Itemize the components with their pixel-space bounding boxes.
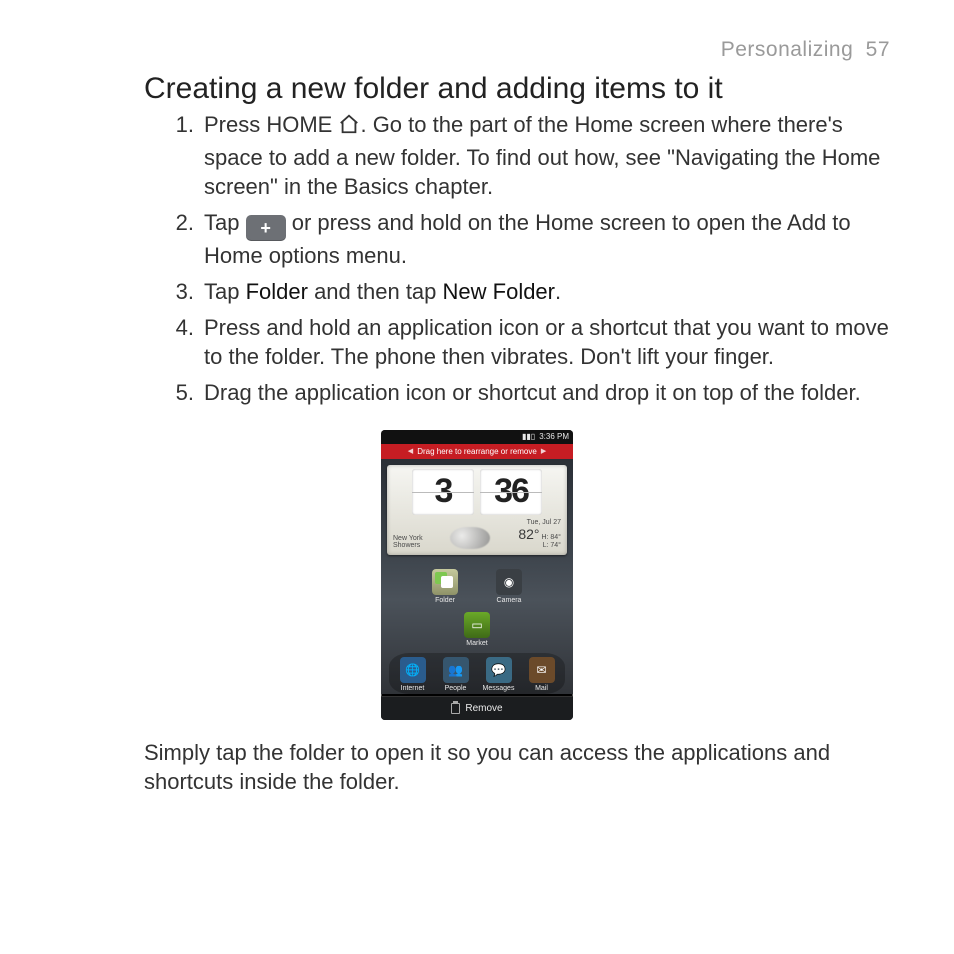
clock-widget: 3 36 New York Showers Tue, Jul 27 82° H:… [387, 465, 567, 555]
weather-city: New York [393, 535, 423, 542]
weather-date: Tue, Jul 27 [518, 519, 561, 526]
step-list: 1. Press HOME . Go to the part of the Ho… [174, 110, 890, 408]
step-body: Tap Folder and then tap New Folder. [204, 277, 890, 307]
camera-icon: ◉ [496, 569, 522, 595]
step-text: or press and hold on the Home screen to … [204, 210, 851, 268]
dock-row: 🌐 Internet 👥 People 💬 Messages ✉ Mail [389, 653, 565, 694]
drag-hint-bar: ◀ Drag here to rearrange or remove ▶ [381, 444, 573, 459]
app-label: Camera [490, 597, 528, 604]
step-number: 3. [174, 277, 204, 307]
app-camera: ◉ Camera [490, 569, 528, 604]
step-body: Press and hold an application icon or a … [204, 313, 890, 372]
mail-icon: ✉ [529, 657, 555, 683]
step-body: Drag the application icon or shortcut an… [204, 378, 890, 408]
weather-lo: L: 74° [518, 542, 561, 549]
step-number: 4. [174, 313, 204, 372]
remove-bar: Remove [381, 696, 573, 720]
step-number: 1. [174, 110, 204, 202]
weather-left: New York Showers [393, 535, 423, 549]
page-header: Personalizing 57 [721, 38, 890, 62]
signal-icon: ▮▮▯ [522, 432, 535, 441]
step-5: 5. Drag the application icon or shortcut… [174, 378, 890, 408]
phone-home: 3 36 New York Showers Tue, Jul 27 82° H:… [381, 459, 573, 694]
market-icon: ▭ [464, 612, 490, 638]
phone-statusbar: ▮▮▯ 3:36 PM [381, 430, 573, 444]
weather-right: Tue, Jul 27 82° H: 84° L: 74° [518, 519, 561, 549]
section-title: Creating a new folder and adding items t… [144, 72, 890, 106]
step-1: 1. Press HOME . Go to the part of the Ho… [174, 110, 890, 202]
messages-icon: 💬 [486, 657, 512, 683]
globe-icon: 🌐 [400, 657, 426, 683]
drag-hint-text: Drag here to rearrange or remove [417, 447, 537, 456]
ui-term: New Folder [443, 279, 555, 304]
app-folder: Folder [426, 569, 464, 604]
folder-icon [432, 569, 458, 595]
people-icon: 👥 [443, 657, 469, 683]
weather-cond: Showers [393, 542, 423, 549]
step-body: Press HOME . Go to the part of the Home … [204, 110, 890, 202]
app-label: Messages [480, 685, 518, 692]
app-row: Folder ◉ Camera [387, 569, 567, 604]
cloud-icon [450, 527, 490, 549]
step-text: and then tap [308, 279, 443, 304]
app-label: Folder [426, 597, 464, 604]
app-label: Mail [523, 685, 561, 692]
manual-page: Personalizing 57 Creating a new folder a… [0, 0, 954, 954]
app-label: Market [458, 640, 496, 647]
page-number: 57 [866, 38, 890, 61]
weather-temp: 82° [518, 526, 539, 542]
app-market: ▭ Market [458, 612, 496, 647]
step-number: 5. [174, 378, 204, 408]
step-text: Tap [204, 279, 246, 304]
trash-icon [451, 703, 460, 714]
weather-row: New York Showers Tue, Jul 27 82° H: 84° … [393, 519, 561, 549]
step-number: 2. [174, 208, 204, 271]
ui-term: Folder [246, 279, 308, 304]
flip-clock: 3 36 [393, 469, 561, 515]
app-people: 👥 People [437, 657, 475, 692]
section-name: Personalizing [721, 38, 854, 61]
step-4: 4. Press and hold an application icon or… [174, 313, 890, 372]
step-text: Press HOME [204, 112, 338, 137]
app-label: People [437, 685, 475, 692]
weather-hi: H: 84° [541, 534, 561, 541]
phone-screenshot: ▮▮▯ 3:36 PM ◀ Drag here to rearrange or … [381, 430, 573, 720]
closing-text: Simply tap the folder to open it so you … [144, 738, 870, 797]
home-icon [338, 113, 360, 143]
step-text: Tap [204, 210, 246, 235]
chevron-right-icon: ▶ [541, 447, 546, 455]
step-2: 2. Tap + or press and hold on the Home s… [174, 208, 890, 271]
chevron-left-icon: ◀ [408, 447, 413, 455]
figure: ▮▮▯ 3:36 PM ◀ Drag here to rearrange or … [64, 430, 890, 720]
clock-minute: 36 [480, 469, 542, 515]
status-time: 3:36 PM [539, 432, 569, 441]
app-row: ▭ Market [387, 612, 567, 647]
step-body: Tap + or press and hold on the Home scre… [204, 208, 890, 271]
app-messages: 💬 Messages [480, 657, 518, 692]
remove-label: Remove [465, 703, 502, 714]
app-label: Internet [394, 685, 432, 692]
app-internet: 🌐 Internet [394, 657, 432, 692]
step-text: . [555, 279, 561, 304]
clock-hour: 3 [412, 469, 474, 515]
app-mail: ✉ Mail [523, 657, 561, 692]
plus-icon: + [246, 215, 286, 241]
step-3: 3. Tap Folder and then tap New Folder. [174, 277, 890, 307]
